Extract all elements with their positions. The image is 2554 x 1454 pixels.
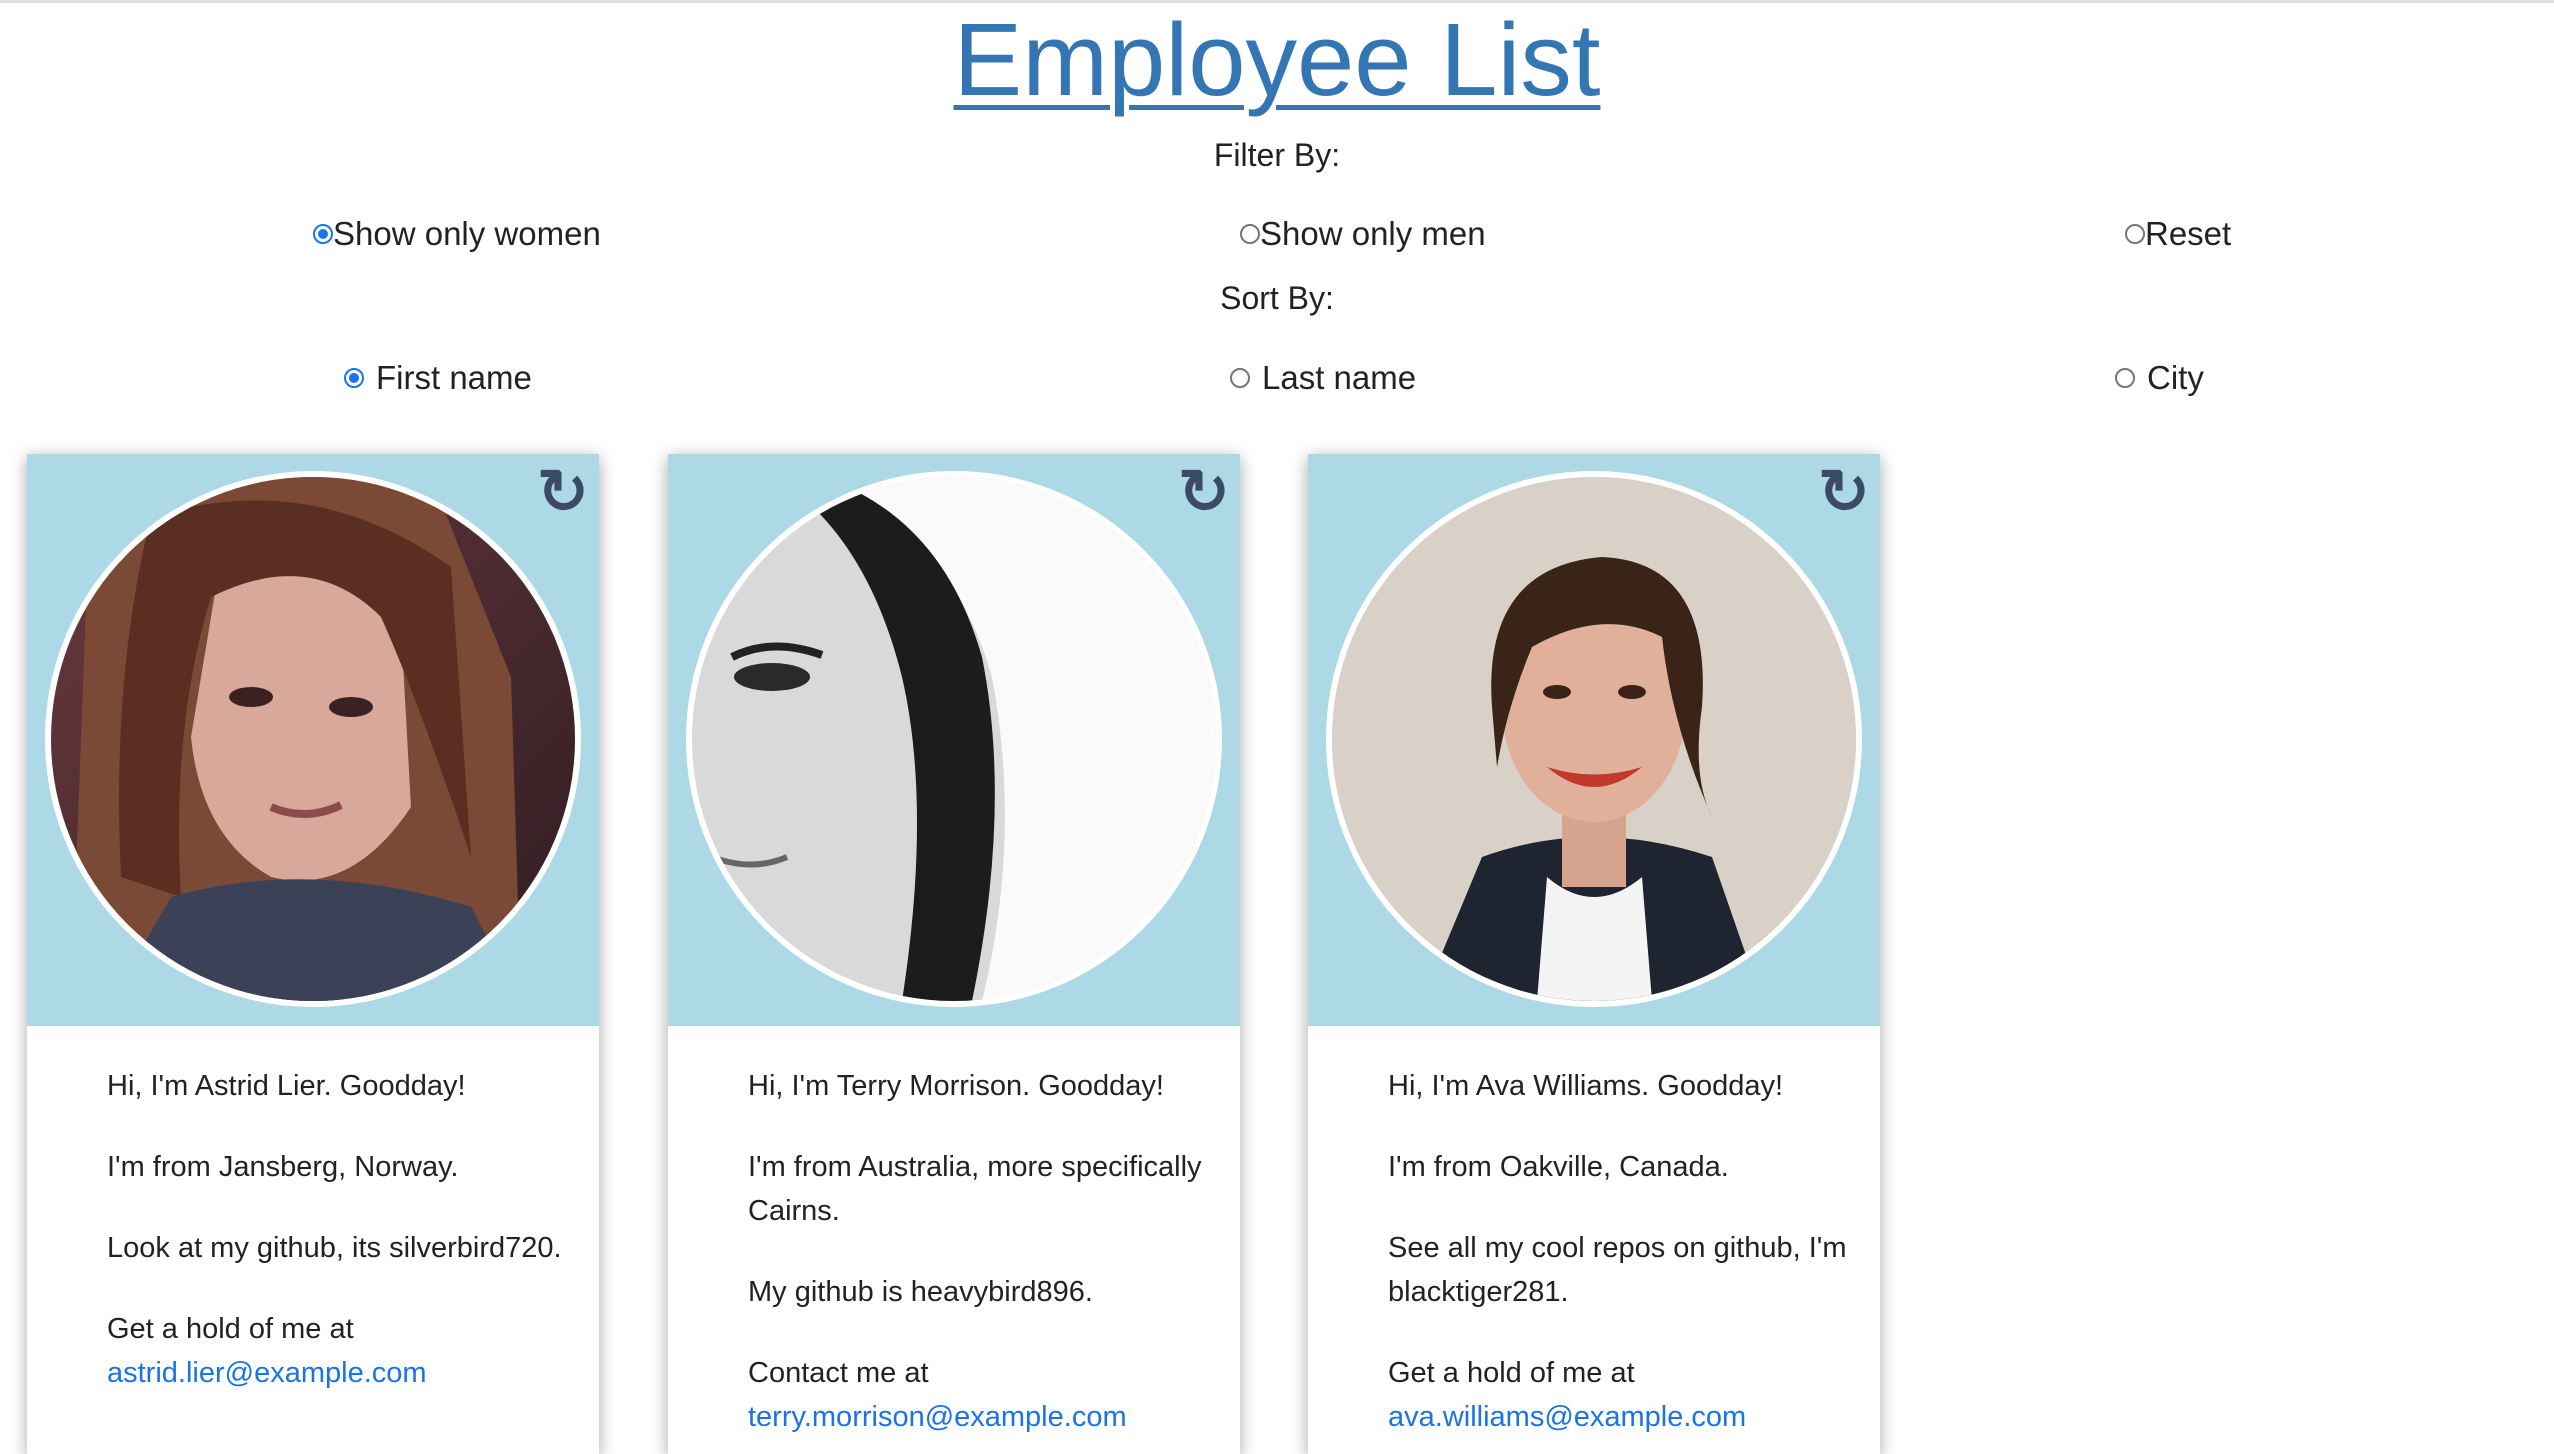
card-origin: I'm from Jansberg, Norway. xyxy=(107,1151,459,1183)
sort-label: Sort By: xyxy=(1220,280,1334,316)
sort-city-label[interactable]: City xyxy=(2147,358,2204,398)
sort-first-name-radio[interactable] xyxy=(344,368,364,388)
card-header: ↻ xyxy=(668,454,1240,1026)
portrait-photo-icon xyxy=(692,477,1216,1001)
filter-reset-radio[interactable] xyxy=(2125,224,2145,244)
filter-men-label[interactable]: Show only men xyxy=(1260,214,1486,254)
card-origin: I'm from Australia, more specifically Ca… xyxy=(748,1151,1202,1227)
card-origin: I'm from Oakville, Canada. xyxy=(1388,1151,1729,1183)
filter-men-radio[interactable] xyxy=(1240,224,1260,244)
email-link[interactable]: astrid.lier@example.com xyxy=(107,1357,427,1389)
card-header: ↻ xyxy=(27,454,599,1026)
portrait-photo-icon xyxy=(1332,477,1856,1001)
avatar xyxy=(686,471,1222,1007)
card-header: ↻ xyxy=(1308,454,1880,1026)
card-github: Look at my github, its silverbird720. xyxy=(107,1232,562,1264)
card-github: My github is heavybird896. xyxy=(748,1276,1093,1308)
filter-men-option[interactable]: Show only men xyxy=(1240,214,1486,254)
filter-women-radio[interactable] xyxy=(313,224,333,244)
card-greeting: Hi, I'm Ava Williams. Goodday! xyxy=(1388,1070,1784,1102)
card-body: Hi, I'm Terry Morrison. Goodday! I'm fro… xyxy=(748,1064,1208,1439)
filter-women-label[interactable]: Show only women xyxy=(333,214,601,254)
employee-card: ↻ Hi, I'm Ava Williams. Goodday! I'm fro… xyxy=(1308,454,1880,1454)
employee-card: ↻ Hi, I'm Astrid Lier. Goodday! I'm from… xyxy=(27,454,599,1454)
filter-women-option[interactable]: Show only women xyxy=(313,214,601,254)
sort-city-radio[interactable] xyxy=(2115,368,2135,388)
sort-first-name-label[interactable]: First name xyxy=(376,358,532,398)
page-title[interactable]: Employee List xyxy=(0,0,2554,120)
card-contact: Contact me at xyxy=(748,1357,929,1389)
filter-reset-option[interactable]: Reset xyxy=(2125,214,2231,254)
card-github: See all my cool repos on github, I'm bla… xyxy=(1388,1232,1847,1308)
card-body: Hi, I'm Astrid Lier. Goodday! I'm from J… xyxy=(107,1064,567,1395)
avatar xyxy=(1326,471,1862,1007)
portrait-photo-icon xyxy=(51,477,575,1001)
filter-reset-label[interactable]: Reset xyxy=(2145,214,2231,254)
refresh-icon[interactable]: ↻ xyxy=(1178,462,1230,524)
email-link[interactable]: ava.williams@example.com xyxy=(1388,1401,1746,1433)
refresh-icon[interactable]: ↻ xyxy=(537,462,589,524)
email-link[interactable]: terry.morrison@example.com xyxy=(748,1401,1127,1433)
card-greeting: Hi, I'm Astrid Lier. Goodday! xyxy=(107,1070,466,1102)
card-greeting: Hi, I'm Terry Morrison. Goodday! xyxy=(748,1070,1164,1102)
sort-last-name-option[interactable]: Last name xyxy=(1230,358,1416,398)
card-contact: Get a hold of me at xyxy=(1388,1357,1635,1389)
card-body: Hi, I'm Ava Williams. Goodday! I'm from … xyxy=(1388,1064,1848,1439)
employee-card: ↻ Hi, I'm Terry Morrison. Goodday! I'm f… xyxy=(668,454,1240,1454)
avatar xyxy=(45,471,581,1007)
card-contact: Get a hold of me at xyxy=(107,1313,354,1345)
sort-city-option[interactable]: City xyxy=(2115,358,2204,398)
refresh-icon[interactable]: ↻ xyxy=(1818,462,1870,524)
sort-last-name-label[interactable]: Last name xyxy=(1262,358,1416,398)
filter-label: Filter By: xyxy=(1213,137,1341,173)
sort-first-name-option[interactable]: First name xyxy=(344,358,532,398)
sort-last-name-radio[interactable] xyxy=(1230,368,1250,388)
